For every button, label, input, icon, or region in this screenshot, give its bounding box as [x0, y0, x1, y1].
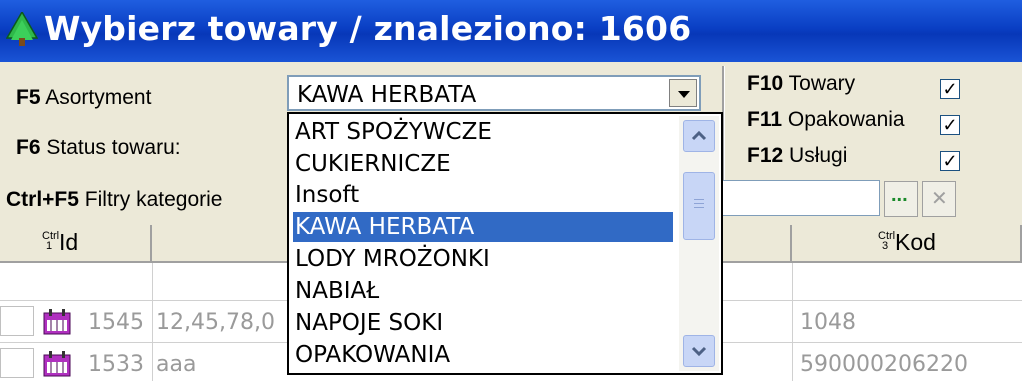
chevron-down-icon: [678, 91, 690, 98]
check-text: Usługi: [789, 144, 848, 167]
dropdown-item[interactable]: CUKIERNICZE: [293, 149, 673, 179]
check-text: Opakowania: [787, 108, 905, 131]
title-bar: Wybierz towary / znaleziono: 1606: [0, 0, 1022, 62]
column-id-label: Id: [59, 229, 79, 255]
asortyment-text: Asortyment: [45, 86, 152, 109]
column-separator: [152, 263, 153, 381]
window-title: Wybierz towary / znaleziono: 1606: [44, 9, 692, 48]
chevron-down-icon: [691, 346, 707, 357]
column-header-kod[interactable]: Ctrl 3 Kod: [792, 225, 1022, 263]
column-header-id[interactable]: Ctrl 1 Id: [0, 225, 152, 263]
tree-icon: [6, 12, 38, 46]
dropdown-item[interactable]: OPAKOWANIA: [293, 340, 673, 370]
check-key: F10: [747, 72, 784, 95]
kategorie-text: Filtry kategorie: [84, 188, 223, 211]
checkbox-opakowania[interactable]: ✓: [940, 115, 960, 135]
ctrl-hint: Ctrl 1: [42, 230, 60, 252]
row-selector[interactable]: [0, 306, 34, 336]
dropdown-item[interactable]: ART SPOŻYWCZE: [293, 117, 673, 147]
calendar-icon: [43, 351, 71, 377]
asortyment-key: F5: [16, 86, 41, 109]
asortyment-value: KAWA HERBATA: [297, 82, 477, 108]
check-label-uslugi: F12 Usługi: [747, 144, 847, 168]
clear-filter-button[interactable]: ✕: [922, 181, 956, 217]
clear-icon: ✕: [931, 188, 948, 210]
asortyment-combo[interactable]: KAWA HERBATA: [287, 75, 701, 111]
cell-id: 1533: [88, 352, 144, 377]
check-key: F11: [747, 108, 783, 131]
check-label-opakowania: F11 Opakowania: [747, 108, 905, 132]
dropdown-item[interactable]: LODY MROŻONKI: [293, 244, 673, 274]
status-key: F6: [16, 136, 41, 159]
column-kod-label: Kod: [895, 229, 936, 255]
scroll-down-button[interactable]: [683, 335, 715, 367]
kategorie-label: Ctrl+F5 Filtry kategorie: [6, 188, 223, 212]
dropdown-item-selected[interactable]: KAWA HERBATA: [293, 212, 673, 242]
kategorie-key: Ctrl+F5: [6, 188, 79, 211]
checkbox-towary[interactable]: ✓: [940, 79, 960, 99]
status-text: Status towaru:: [46, 136, 181, 159]
ctrl-hint: Ctrl 3: [878, 230, 896, 252]
dropdown-item[interactable]: Insoft: [293, 180, 673, 210]
combo-dropdown-button[interactable]: [669, 79, 697, 107]
column-separator: [792, 263, 793, 381]
cell-name: aaa: [156, 352, 197, 377]
kategorie-filter-input[interactable]: [720, 180, 880, 216]
cell-name: 12,45,78,0: [156, 310, 275, 335]
check-key: F12: [747, 144, 784, 167]
dropdown-item[interactable]: NAPOJE SOKI: [293, 308, 673, 338]
dropdown-scrollbar[interactable]: [679, 116, 719, 371]
browse-button[interactable]: ...: [884, 181, 918, 217]
check-label-towary: F10 Towary: [747, 72, 855, 96]
dropdown-item[interactable]: NABIAŁ: [293, 276, 673, 306]
row-selector[interactable]: [0, 348, 34, 378]
check-text: Towary: [788, 72, 856, 95]
cell-id: 1545: [88, 310, 144, 335]
scroll-thumb[interactable]: [683, 172, 715, 240]
dots-icon: ...: [891, 184, 908, 206]
cell-kod: 590000206220: [800, 352, 968, 377]
calendar-icon: [43, 309, 71, 335]
chevron-up-icon: [691, 130, 707, 141]
asortyment-label: F5 Asortyment: [16, 86, 151, 110]
asortyment-dropdown-list[interactable]: ART SPOŻYWCZE CUKIERNICZE Insoft KAWA HE…: [287, 112, 723, 375]
scroll-up-button[interactable]: [683, 120, 715, 152]
checkbox-uslugi[interactable]: ✓: [940, 151, 960, 171]
status-label: F6 Status towaru:: [16, 136, 181, 160]
cell-kod: 1048: [800, 310, 856, 335]
